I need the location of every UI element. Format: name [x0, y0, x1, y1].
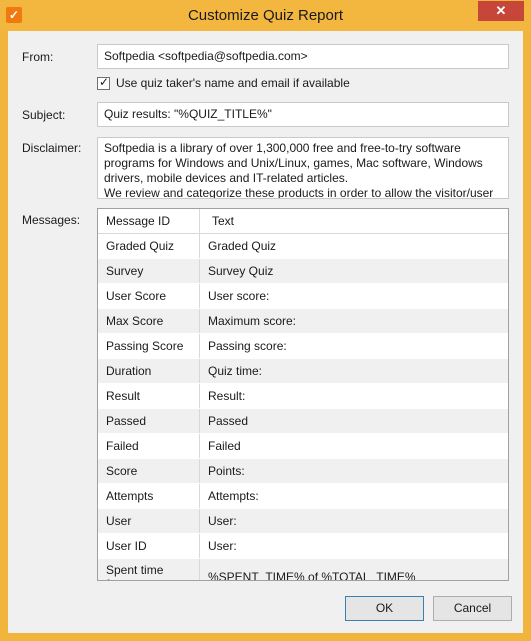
table-row[interactable]: Duration Quiz time: — [98, 359, 508, 384]
message-id-cell: Score — [98, 459, 200, 483]
from-input[interactable]: Softpedia <softpedia@softpedia.com> — [97, 44, 509, 69]
table-row[interactable]: Graded Quiz Graded Quiz — [98, 234, 508, 259]
from-label: From: — [22, 50, 54, 64]
message-text-cell[interactable]: Quiz time: — [200, 359, 508, 383]
message-id-cell: Passing Score — [98, 334, 200, 358]
message-text-cell[interactable]: Attempts: — [200, 484, 508, 508]
title-bar: ✓ Customize Quiz Report ✕ — [0, 0, 531, 31]
table-row[interactable]: Result Result: — [98, 384, 508, 409]
table-row[interactable]: Failed Failed — [98, 434, 508, 459]
message-id-cell: Survey — [98, 259, 200, 283]
table-row[interactable]: Max Score Maximum score: — [98, 309, 508, 334]
message-id-cell: Duration — [98, 359, 200, 383]
table-row[interactable]: User Score User score: — [98, 284, 508, 309]
close-button[interactable]: ✕ — [478, 1, 524, 21]
table-row[interactable]: Score Points: — [98, 459, 508, 484]
message-text-cell[interactable]: Passed — [200, 409, 508, 433]
table-row[interactable]: User User: — [98, 509, 508, 534]
dialog-body: From: Softpedia <softpedia@softpedia.com… — [8, 31, 523, 633]
message-text-cell[interactable]: Points: — [200, 459, 508, 483]
use-quiz-taker-checkbox[interactable] — [97, 75, 110, 90]
message-id-cell: Max Score — [98, 309, 200, 333]
window-title: Customize Quiz Report — [187, 7, 344, 24]
column-header-message-id[interactable]: Message ID — [98, 209, 200, 233]
table-row[interactable]: Passing Score Passing score: — [98, 334, 508, 359]
message-id-cell: User ID — [98, 534, 200, 558]
message-id-cell: Result — [98, 384, 200, 408]
message-id-cell: Failed — [98, 434, 200, 458]
column-header-text[interactable]: Text — [200, 209, 508, 233]
message-id-cell: Passed — [98, 409, 200, 433]
message-text-cell[interactable]: User score: — [200, 284, 508, 308]
table-row[interactable]: User ID User: — [98, 534, 508, 559]
message-text-cell[interactable]: Maximum score: — [200, 309, 508, 333]
message-text-cell[interactable]: Graded Quiz — [200, 234, 508, 258]
message-text-cell[interactable]: User: — [200, 534, 508, 558]
table-row[interactable]: Passed Passed — [98, 409, 508, 434]
message-text-cell[interactable]: %SPENT_TIME% of %TOTAL_TIME% — [200, 559, 508, 580]
message-id-cell: Attempts — [98, 484, 200, 508]
ok-button[interactable]: OK — [345, 596, 424, 621]
message-id-cell: User — [98, 509, 200, 533]
cancel-button[interactable]: Cancel — [433, 596, 512, 621]
table-header: Message ID Text — [98, 209, 508, 234]
subject-label: Subject: — [22, 108, 66, 122]
message-id-cell: User Score — [98, 284, 200, 308]
disclaimer-textarea[interactable]: Softpedia is a library of over 1,300,000… — [97, 137, 509, 199]
message-text-cell[interactable]: Failed — [200, 434, 508, 458]
messages-label: Messages: — [22, 213, 81, 227]
use-quiz-taker-checkbox-row[interactable]: Use quiz taker's name and email if avail… — [97, 75, 350, 91]
messages-table[interactable]: Message ID Text Graded Quiz Graded Quiz Su… — [97, 208, 509, 581]
message-text-cell[interactable]: Survey Quiz — [200, 259, 508, 283]
message-text-cell[interactable]: Result: — [200, 384, 508, 408]
table-row[interactable]: Attempts Attempts: — [98, 484, 508, 509]
message-id-cell: Spent time format — [98, 559, 200, 580]
subject-input[interactable]: Quiz results: "%QUIZ_TITLE%" — [97, 102, 509, 127]
table-row[interactable]: Spent time format%SPENT_TIME% of %TOTAL_… — [98, 559, 508, 580]
message-text-cell[interactable]: Passing score: — [200, 334, 508, 358]
table-row[interactable]: Survey Survey Quiz — [98, 259, 508, 284]
use-quiz-taker-label: Use quiz taker's name and email if avail… — [116, 76, 350, 90]
message-text-cell[interactable]: User: — [200, 509, 508, 533]
message-id-cell: Graded Quiz — [98, 234, 200, 258]
disclaimer-label: Disclaimer: — [22, 141, 82, 155]
